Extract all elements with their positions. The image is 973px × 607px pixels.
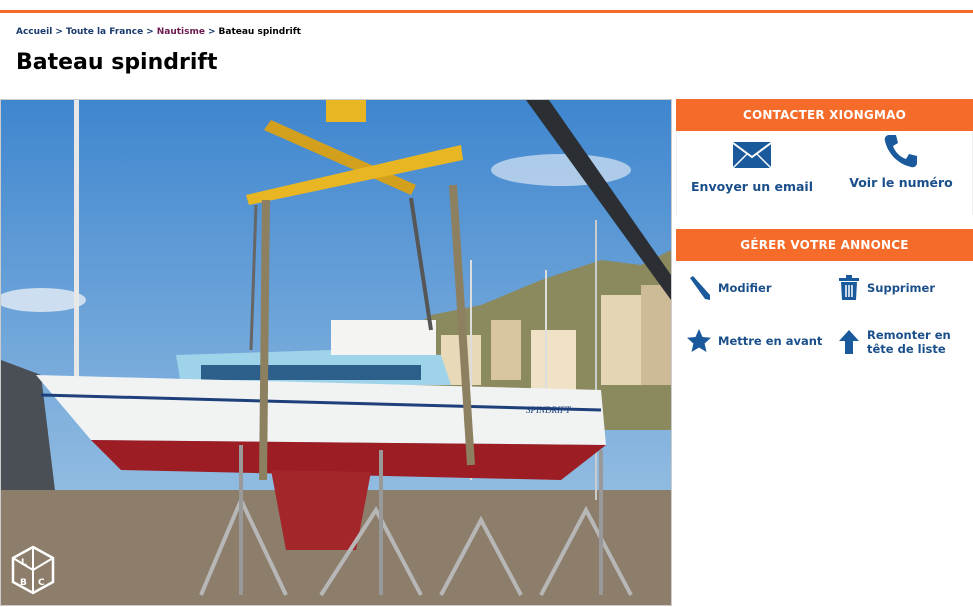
breadcrumb: Accueil > Toute la France > Nautisme > Bateau … — [16, 27, 301, 37]
breadcrumb-home[interactable]: Accueil — [16, 27, 52, 37]
edit-listing-button[interactable]: Modifier — [686, 275, 772, 301]
breadcrumb-separator: > — [207, 27, 216, 37]
breadcrumb-current: Bateau spindrift — [218, 27, 301, 37]
pencil-icon — [690, 276, 710, 300]
contact-actions: Envoyer un email Voir le numéro — [676, 131, 973, 215]
badge-letter-c: C — [38, 578, 45, 588]
badge-letter-l: L — [21, 558, 27, 568]
boat-photo-illustration: SPINDRIFT — [1, 100, 671, 605]
watermark-logo-icon: L B C — [11, 545, 55, 595]
manage-actions: Modifier Supprimer Mettre en avant Remon… — [676, 261, 973, 381]
send-email-label: Envoyer un email — [691, 179, 813, 194]
manage-heading: GÉRER VOTRE ANNONCE — [676, 229, 973, 261]
listing-photo[interactable]: SPINDRIFT L B C — [0, 99, 672, 606]
breadcrumb-separator: > — [55, 27, 63, 37]
bump-label-line1: Remonter en — [867, 328, 951, 342]
arrow-up-icon — [839, 330, 859, 354]
contact-heading: CONTACTER XIONGMAO — [676, 99, 973, 131]
top-accent-bar — [0, 10, 973, 13]
bump-listing-label: Remonter en tête de liste — [867, 328, 951, 356]
breadcrumb-separator: > — [146, 27, 154, 37]
show-phone-label: Voir le numéro — [849, 175, 953, 190]
trash-icon — [839, 275, 859, 300]
breadcrumb-region[interactable]: Toute la France — [66, 27, 143, 37]
feature-listing-button[interactable]: Mettre en avant — [686, 328, 822, 354]
envelope-icon — [732, 142, 772, 169]
boat-name-text: SPINDRIFT — [526, 405, 571, 415]
edit-listing-label: Modifier — [718, 281, 772, 295]
contact-panel: CONTACTER XIONGMAO Envoyer un email Voir… — [676, 99, 973, 215]
send-email-button[interactable]: Envoyer un email — [682, 141, 822, 194]
bump-label-line2: tête de liste — [867, 342, 946, 356]
star-icon — [687, 329, 711, 352]
delete-listing-label: Supprimer — [867, 281, 936, 295]
badge-letter-b: B — [20, 578, 27, 588]
phone-icon — [884, 135, 917, 168]
delete-listing-button[interactable]: Supprimer — [837, 275, 935, 301]
page-title: Bateau spindrift — [16, 50, 218, 75]
bump-listing-button[interactable]: Remonter en tête de liste — [837, 328, 951, 356]
feature-listing-label: Mettre en avant — [718, 334, 823, 348]
breadcrumb-category[interactable]: Nautisme — [157, 27, 205, 37]
show-phone-button[interactable]: Voir le numéro — [831, 135, 971, 190]
manage-panel: GÉRER VOTRE ANNONCE Modifier Supprimer M — [676, 229, 973, 381]
